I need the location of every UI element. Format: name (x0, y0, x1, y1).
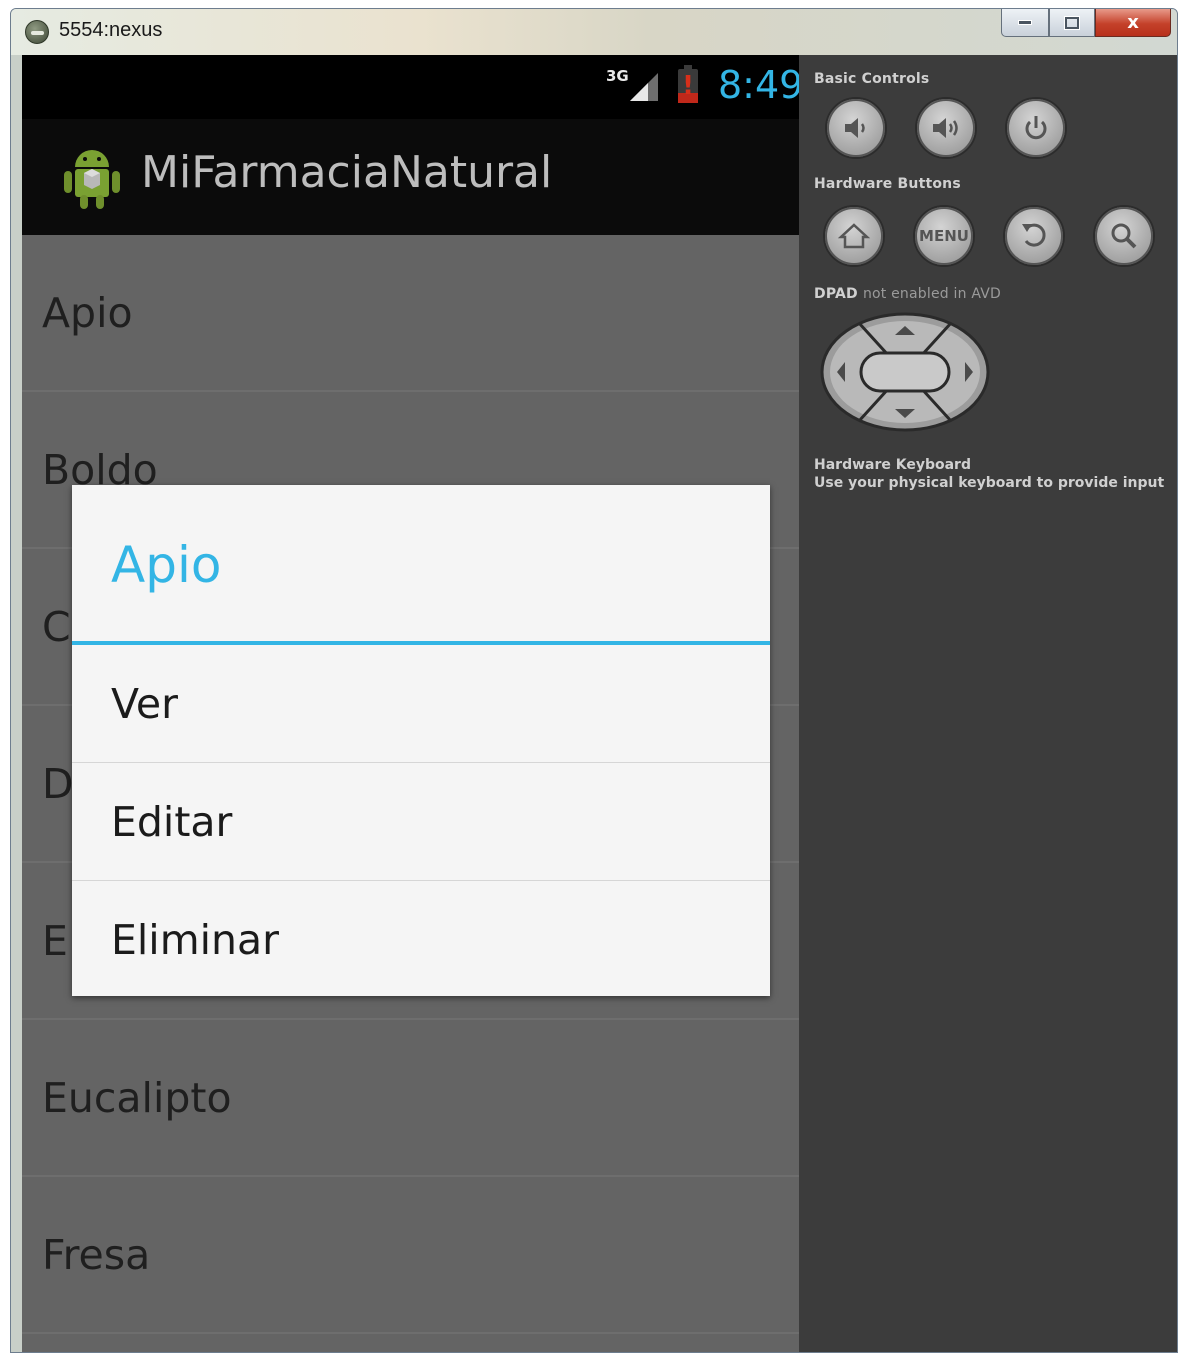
context-menu-dialog: Apio Ver Editar Eliminar (72, 485, 770, 996)
action-bar: MiFarmaciaNatural (22, 119, 799, 235)
volume-up-button[interactable] (915, 97, 977, 159)
network-type-label: 3G (606, 67, 629, 85)
status-clock: 8:49 (718, 63, 799, 107)
battery-alert-icon (678, 65, 698, 103)
list-item[interactable]: Eucalipto (22, 1020, 799, 1177)
option-label: Editar (111, 797, 233, 846)
emulator-app-icon (25, 20, 49, 44)
menu-button[interactable]: MENU (913, 205, 975, 267)
minimize-icon (1018, 20, 1032, 25)
volume-up-icon (933, 118, 958, 138)
search-button[interactable] (1093, 205, 1155, 267)
list-item-label: Apio (42, 288, 133, 337)
list-item-label: Fresa (42, 1230, 151, 1279)
app-title: MiFarmaciaNatural (141, 147, 553, 198)
window-title: 5554:nexus (59, 19, 163, 41)
window-titlebar[interactable]: 5554:nexus x (11, 9, 1177, 55)
menu-button-label: MENU (919, 227, 969, 245)
search-icon (1111, 223, 1137, 249)
list-item-label: Eucalipto (42, 1073, 232, 1122)
option-label: Ver (111, 679, 178, 728)
option-ver[interactable]: Ver (72, 645, 770, 763)
dialog-title-text: Apio (111, 536, 222, 594)
home-icon (837, 223, 871, 249)
list-item[interactable]: Apio (22, 235, 799, 392)
list-item-label: C (42, 602, 71, 651)
window-controls: x (1001, 9, 1171, 39)
status-bar: 3G 8:49 (22, 55, 799, 119)
option-editar[interactable]: Editar (72, 763, 770, 881)
list-item-label: D (42, 759, 74, 808)
basic-controls-label: Basic Controls (814, 71, 930, 87)
hardware-keyboard-title: Hardware Keyboard (814, 457, 971, 473)
close-icon: x (1127, 12, 1139, 33)
dialog-title: Apio (72, 485, 770, 641)
close-button[interactable]: x (1095, 9, 1171, 37)
home-button[interactable] (823, 205, 885, 267)
hardware-keyboard-description: Use your physical keyboard to provide in… (814, 475, 1165, 491)
volume-down-button[interactable] (825, 97, 887, 159)
emulator-controls-panel: Basic Controls Hardware Buttons MENU DPA… (799, 55, 1177, 1352)
power-button[interactable] (1005, 97, 1067, 159)
option-eliminar[interactable]: Eliminar (72, 881, 770, 998)
maximize-button[interactable] (1049, 9, 1095, 37)
power-icon (1025, 116, 1047, 140)
hardware-buttons-label: Hardware Buttons (814, 176, 961, 192)
emulator-window: 5554:nexus x 3G 8:49 (10, 8, 1178, 1353)
list-item-label: E (42, 916, 68, 965)
device-screen: 3G 8:49 MiFarmaciaNatural (22, 55, 799, 1352)
option-label: Eliminar (111, 915, 279, 964)
dpad-label: DPAD not enabled in AVD (814, 286, 1001, 302)
list-item[interactable]: Fresa (22, 1177, 799, 1334)
volume-down-icon (845, 118, 865, 138)
back-icon (1022, 223, 1046, 247)
minimize-button[interactable] (1001, 9, 1049, 37)
android-app-icon[interactable] (62, 143, 122, 211)
dpad-control (820, 312, 990, 432)
signal-strength-icon (630, 73, 658, 101)
back-button[interactable] (1003, 205, 1065, 267)
maximize-icon (1064, 15, 1080, 30)
